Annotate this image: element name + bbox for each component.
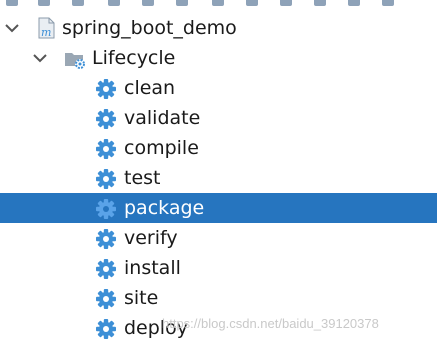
lifecycle-phase-test[interactable]: test <box>0 163 437 193</box>
gear-icon <box>96 289 116 309</box>
settings-icon[interactable] <box>382 0 394 6</box>
gear-icon <box>96 79 116 99</box>
svg-text:m: m <box>41 26 51 39</box>
chevron-down-icon[interactable] <box>31 49 49 67</box>
gear-icon <box>96 229 116 249</box>
lifecycle-phase-install[interactable]: install <box>0 253 437 283</box>
phase-label: verify <box>124 227 178 249</box>
watermark-text: https://blog.csdn.net/baidu_39120378 <box>162 316 379 331</box>
gear-icon <box>96 259 116 279</box>
phase-label: install <box>124 257 181 279</box>
maven-project-icon: m <box>38 17 55 39</box>
phase-label: clean <box>124 77 176 99</box>
phase-label: package <box>124 197 205 219</box>
phase-label: site <box>124 287 159 309</box>
maven-projects-tree: m spring_boot_demo Lifecycle clean valid… <box>0 13 437 343</box>
lifecycle-phase-package[interactable]: package <box>0 193 437 223</box>
add-project-icon[interactable] <box>108 0 120 6</box>
lifecycle-phase-verify[interactable]: verify <box>0 223 437 253</box>
gear-icon <box>96 139 116 159</box>
chevron-down-icon[interactable] <box>3 19 21 37</box>
execute-goal-icon[interactable] <box>212 0 224 6</box>
maven-toolbar <box>0 0 437 8</box>
lifecycle-phase-validate[interactable]: validate <box>0 103 437 133</box>
phase-label: validate <box>124 107 201 129</box>
gear-icon <box>96 109 116 129</box>
tree-item-project[interactable]: m spring_boot_demo <box>0 13 437 43</box>
generate-sources-icon[interactable] <box>38 0 50 6</box>
collapse-all-icon[interactable] <box>348 0 360 6</box>
lifecycle-phase-clean[interactable]: clean <box>0 73 437 103</box>
remove-project-icon[interactable] <box>142 0 154 6</box>
toggle-offline-icon[interactable] <box>246 0 258 6</box>
show-dependencies-icon[interactable] <box>314 0 326 6</box>
phase-label: test <box>124 167 161 189</box>
lifecycle-phase-compile[interactable]: compile <box>0 133 437 163</box>
skip-tests-icon[interactable] <box>280 0 292 6</box>
refresh-icon[interactable] <box>6 0 18 6</box>
gear-icon <box>96 199 116 219</box>
gear-icon <box>96 169 116 189</box>
lifecycle-phase-site[interactable]: site <box>0 283 437 313</box>
folder-gear-icon <box>65 53 85 69</box>
phase-label: compile <box>124 137 199 159</box>
download-icon[interactable] <box>72 0 84 6</box>
project-label: spring_boot_demo <box>62 17 237 39</box>
tree-item-lifecycle[interactable]: Lifecycle <box>0 43 437 73</box>
run-icon[interactable] <box>176 0 188 6</box>
lifecycle-label: Lifecycle <box>92 47 176 69</box>
gear-icon <box>96 319 116 339</box>
